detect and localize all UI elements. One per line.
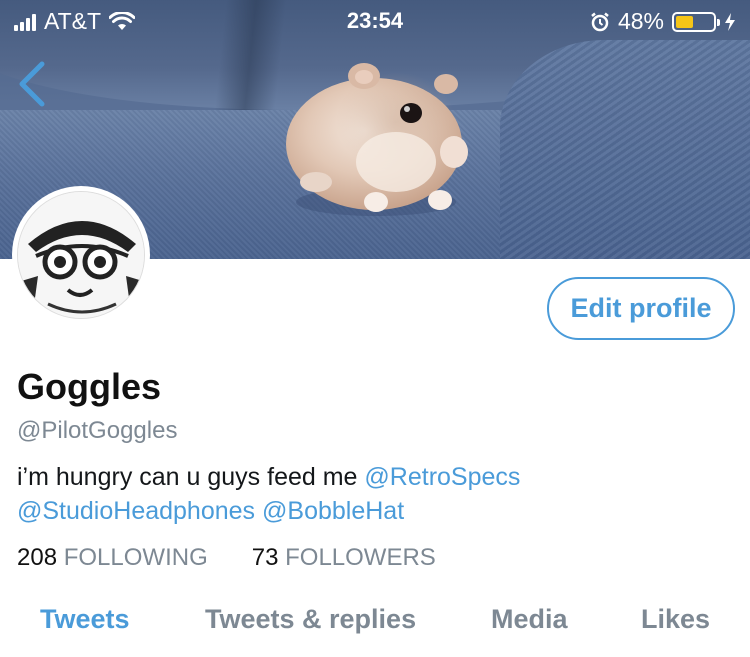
avatar-image: [17, 191, 145, 319]
tab-likes[interactable]: Likes: [641, 604, 710, 635]
alarm-icon: [591, 12, 609, 31]
profile-bio: i’m hungry can u guys feed me @RetroSpec…: [17, 460, 737, 528]
status-bar: AT&T 23:54 48%: [0, 0, 750, 40]
profile-stats: 208 FOLLOWING 73 FOLLOWERS: [17, 544, 436, 572]
followers-count: 73: [251, 544, 279, 571]
banner-fabric-right: [500, 40, 750, 259]
edit-profile-button[interactable]: Edit profile: [547, 277, 735, 340]
following-count: 208: [17, 544, 58, 571]
battery-percent: 48%: [617, 8, 664, 34]
mention-link[interactable]: @RetroSpecs: [364, 463, 520, 491]
tab-tweets[interactable]: Tweets: [40, 604, 130, 635]
followers-label: FOLLOWERS: [285, 544, 436, 571]
chevron-left-icon[interactable]: [14, 58, 50, 110]
mention-link[interactable]: @BobbleHat: [262, 497, 404, 525]
avatar[interactable]: [12, 186, 150, 324]
status-right: 48%: [590, 8, 736, 35]
tab-media[interactable]: Media: [491, 604, 568, 635]
profile-name: Goggles: [17, 366, 162, 407]
hamster-image: [286, 63, 468, 216]
bio-text: i’m hungry can u guys feed me: [17, 463, 365, 491]
bolt-icon: [725, 12, 735, 31]
profile-handle: @PilotGoggles: [17, 417, 178, 444]
avatar-illustration: [18, 192, 144, 318]
following-label: FOLLOWING: [63, 544, 208, 571]
battery-icon: [672, 11, 720, 32]
profile-tabs: Tweets Tweets & replies Media Likes: [0, 598, 750, 648]
battery-fill: [676, 15, 694, 28]
following-stat[interactable]: 208 FOLLOWING: [17, 544, 208, 572]
followers-stat[interactable]: 73 FOLLOWERS: [252, 544, 436, 572]
tab-tweets-replies[interactable]: Tweets & replies: [205, 604, 416, 635]
mention-link[interactable]: @StudioHeadphones: [17, 497, 255, 525]
